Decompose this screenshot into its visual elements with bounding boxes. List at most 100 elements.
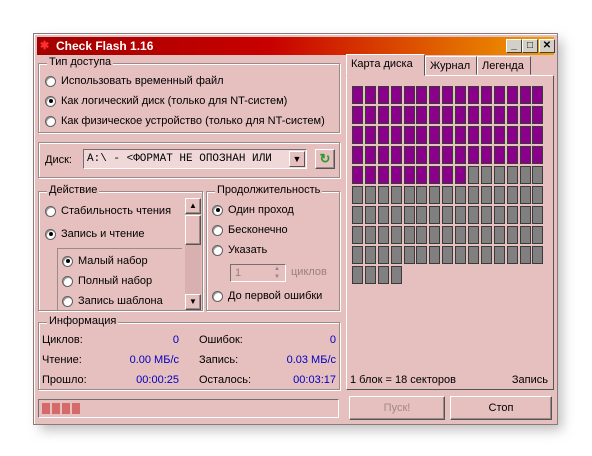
- close-button[interactable]: ✕: [539, 39, 555, 53]
- read-speed-label: Чтение:: [42, 354, 82, 366]
- radio-physical-device[interactable]: Как физическое устройство (только для NT…: [45, 115, 325, 127]
- radio-until-error[interactable]: До первой ошибки: [212, 290, 322, 302]
- disk-block-pending: [416, 186, 428, 204]
- scroll-down-icon[interactable]: ▼: [185, 294, 201, 310]
- disk-block-written: [519, 126, 531, 144]
- disk-block-written: [455, 146, 467, 164]
- disk-block-written: [532, 146, 544, 164]
- disk-block-written: [416, 166, 428, 184]
- disk-block-pending: [532, 186, 544, 204]
- chevron-down-icon[interactable]: ▼: [289, 151, 305, 167]
- refresh-button[interactable]: ↻: [315, 149, 335, 169]
- radio-small-set-dot[interactable]: [62, 255, 73, 267]
- disk-block-written: [442, 166, 454, 184]
- sub-options-box: Малый набор Полный набор Запись шаблона: [57, 248, 182, 310]
- radio-temp-file-dot[interactable]: [45, 75, 56, 87]
- disk-block-pending: [352, 206, 363, 224]
- radio-until-error-dot[interactable]: [212, 290, 223, 302]
- radio-specify-dot[interactable]: [212, 244, 223, 256]
- radio-physical-device-dot[interactable]: [45, 115, 56, 127]
- disk-block-pending: [468, 246, 480, 264]
- remaining-label: Осталось:: [199, 374, 252, 386]
- radio-small-set[interactable]: Малый набор: [62, 255, 148, 267]
- disk-block-written: [480, 126, 492, 144]
- disk-block-written: [377, 126, 389, 144]
- radio-write-read[interactable]: Запись и чтение: [45, 228, 144, 240]
- disk-block-written: [468, 146, 480, 164]
- tab-legend[interactable]: Легенда: [477, 56, 531, 75]
- start-button[interactable]: Пуск!: [349, 396, 445, 420]
- disk-block-written: [519, 86, 531, 104]
- radio-one-pass[interactable]: Один проход: [212, 204, 294, 216]
- radio-full-set[interactable]: Полный набор: [62, 275, 152, 287]
- disk-block-written: [416, 126, 428, 144]
- radio-specify[interactable]: Указать: [212, 244, 267, 256]
- disk-block-pending: [352, 266, 363, 284]
- info-label: Информация: [47, 315, 119, 327]
- disk-block-written: [480, 86, 492, 104]
- disk-block-pending: [532, 166, 544, 184]
- radio-read-stability-dot[interactable]: [45, 205, 56, 217]
- spin-up-icon[interactable]: ▲: [270, 265, 284, 273]
- disk-select[interactable]: A:\ - <ФОРМАТ НЕ ОПОЗНАН ИЛИ ▼: [83, 149, 307, 169]
- disk-block-pending: [519, 186, 531, 204]
- disk-block-pending: [403, 186, 415, 204]
- disk-block-written: [403, 166, 415, 184]
- maximize-button[interactable]: □: [522, 39, 538, 53]
- radio-full-set-dot[interactable]: [62, 275, 73, 287]
- disk-block-written: [390, 126, 402, 144]
- tab-legend-label: Легенда: [482, 60, 524, 72]
- disk-block-written: [506, 126, 518, 144]
- disk-block-written: [403, 106, 415, 124]
- disk-block-written: [364, 106, 376, 124]
- title-bar[interactable]: ✱ Check Flash 1.16 _ □ ✕: [37, 37, 555, 55]
- disk-block-written: [519, 106, 531, 124]
- radio-one-pass-dot[interactable]: [212, 204, 223, 216]
- disk-block-pending: [442, 226, 454, 244]
- disk-block-pending: [364, 206, 376, 224]
- disk-block-pending: [519, 246, 531, 264]
- radio-pattern-write[interactable]: Запись шаблона: [62, 295, 163, 307]
- radio-until-error-label: До первой ошибки: [228, 290, 323, 302]
- scroll-up-icon[interactable]: ▲: [185, 198, 201, 214]
- spin-down-icon[interactable]: ▼: [270, 273, 284, 281]
- tab-log[interactable]: Журнал: [425, 56, 477, 75]
- radio-infinite[interactable]: Бесконечно: [212, 224, 288, 236]
- disk-block-written: [429, 146, 441, 164]
- disk-map-grid: [352, 86, 544, 284]
- disk-block-pending: [352, 246, 363, 264]
- action-group: Действие Стабильность чтения Запись и чт…: [38, 184, 203, 311]
- disk-block-pending: [480, 206, 492, 224]
- disk-block-pending: [390, 206, 402, 224]
- disk-block-pending: [442, 206, 454, 224]
- tab-disk-map[interactable]: Карта диска: [346, 54, 425, 76]
- disk-block-written: [506, 146, 518, 164]
- access-type-group: Тип доступа Использовать временный файл …: [38, 56, 340, 133]
- radio-pattern-write-dot[interactable]: [62, 295, 73, 307]
- radio-physical-device-label: Как физическое устройство (только для NT…: [61, 115, 325, 127]
- disk-block-written: [364, 86, 376, 104]
- disk-block-pending: [390, 246, 402, 264]
- disk-block-pending: [506, 166, 518, 184]
- radio-read-stability[interactable]: Стабильность чтения: [45, 205, 171, 217]
- cycles-spinner[interactable]: 1 ▲ ▼: [230, 264, 286, 282]
- radio-write-read-dot[interactable]: [45, 228, 56, 240]
- radio-temp-file[interactable]: Использовать временный файл: [45, 75, 224, 87]
- stop-button[interactable]: Стоп: [450, 396, 552, 420]
- disk-block-pending: [442, 186, 454, 204]
- scroll-thumb[interactable]: [185, 215, 201, 245]
- disk-block-pending: [506, 206, 518, 224]
- disk-block-pending: [403, 246, 415, 264]
- disk-block-written: [532, 86, 544, 104]
- tab-log-label: Журнал: [430, 60, 471, 72]
- disk-block-pending: [506, 186, 518, 204]
- action-scrollbar[interactable]: ▲ ▼: [185, 198, 201, 310]
- disk-block-pending: [429, 186, 441, 204]
- radio-logical-disk-dot[interactable]: [45, 95, 56, 107]
- disk-block-written: [455, 166, 467, 184]
- minimize-button[interactable]: _: [506, 39, 522, 53]
- radio-logical-disk[interactable]: Как логический диск (только для NT-систе…: [45, 95, 287, 107]
- cycles-count-value: 0: [172, 334, 179, 346]
- radio-infinite-dot[interactable]: [212, 224, 223, 236]
- disk-block-pending: [455, 246, 467, 264]
